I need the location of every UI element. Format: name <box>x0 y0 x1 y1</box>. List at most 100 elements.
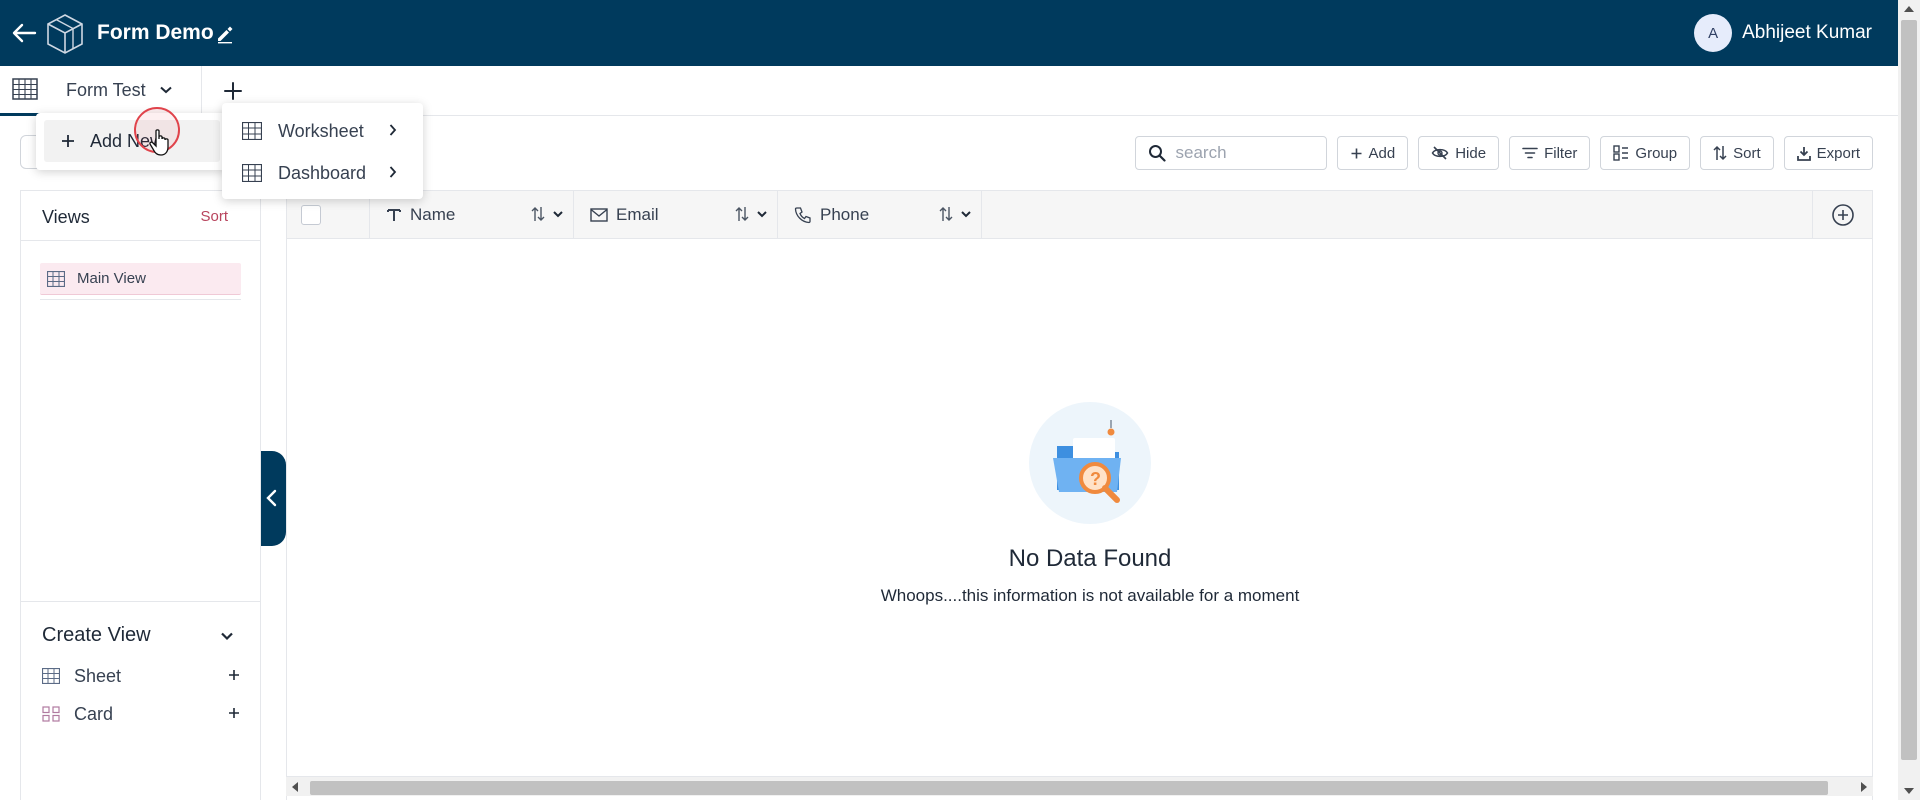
tab-form-test[interactable]: Form Test <box>48 66 200 114</box>
sort-button[interactable]: Sort <box>1700 136 1774 170</box>
divider <box>40 299 241 300</box>
plus-icon[interactable] <box>226 705 242 721</box>
search-icon <box>1148 145 1166 162</box>
filter-button[interactable]: Filter <box>1509 136 1591 170</box>
add-tab-plus-icon[interactable] <box>220 78 246 104</box>
sort-icon[interactable] <box>939 206 953 222</box>
grid-icon <box>12 78 38 100</box>
filter-icon <box>1522 147 1538 159</box>
column-label: Phone <box>820 204 870 224</box>
tab-divider <box>201 66 202 114</box>
select-all-checkbox[interactable] <box>301 204 321 225</box>
sort-icon[interactable] <box>735 206 749 222</box>
user-name: Abhijeet Kumar <box>1742 22 1872 43</box>
sort-icon[interactable] <box>531 206 545 222</box>
submenu-label: Worksheet <box>278 120 364 141</box>
add-column-button[interactable] <box>1812 191 1872 238</box>
grid-toolbar: Add Hide Filter Group Sort Exp <box>1134 136 1873 170</box>
scroll-down-arrow[interactable] <box>1904 788 1914 794</box>
sort-button-label: Sort <box>1733 144 1761 162</box>
hide-button-label: Hide <box>1455 144 1487 162</box>
empty-folder-search-icon: ? <box>1029 402 1151 524</box>
vertical-scrollbar[interactable] <box>1898 0 1920 800</box>
export-button[interactable]: Export <box>1783 136 1873 170</box>
user-menu[interactable]: A Abhijeet Kumar <box>1694 14 1872 52</box>
add-button[interactable]: Add <box>1336 136 1409 170</box>
scroll-up-arrow[interactable] <box>1904 6 1914 12</box>
column-label: Email <box>616 204 659 224</box>
plus-circle-icon <box>1831 203 1854 226</box>
submenu-item-worksheet[interactable]: Worksheet <box>222 111 423 151</box>
tab-options-menu: Add New <box>36 113 228 170</box>
column-header-email[interactable]: Email <box>574 191 778 238</box>
add-new-menu-item[interactable]: Add New <box>44 120 220 162</box>
create-view-sheet[interactable]: Sheet <box>42 662 242 690</box>
card-icon <box>42 706 60 722</box>
edit-pencil-icon[interactable] <box>215 24 235 44</box>
create-view-card[interactable]: Card <box>42 700 242 728</box>
grid-icon <box>47 270 65 287</box>
top-header: Form Demo A Abhijeet Kumar <box>0 0 1898 66</box>
views-sort-link[interactable]: Sort <box>200 208 228 225</box>
plus-icon <box>62 135 74 147</box>
chevron-down-icon[interactable] <box>757 206 767 222</box>
download-icon <box>1796 146 1811 161</box>
scrollbar-thumb[interactable] <box>310 781 1828 795</box>
submenu-label: Dashboard <box>278 162 367 183</box>
views-title: Views <box>42 207 90 227</box>
tab-label: Form Test <box>66 79 146 100</box>
chevron-down-icon[interactable] <box>160 86 172 94</box>
app-logo[interactable] <box>44 12 86 56</box>
add-button-label: Add <box>1368 144 1396 162</box>
eye-off-icon <box>1431 146 1449 160</box>
grid-icon <box>242 122 262 140</box>
app-title: Form Demo <box>97 21 214 44</box>
view-item-label: Main View <box>77 270 146 287</box>
chevron-right-icon <box>389 124 397 136</box>
group-icon <box>1613 145 1629 161</box>
plus-icon <box>1351 148 1362 158</box>
search-input[interactable] <box>1175 143 1316 163</box>
export-button-label: Export <box>1816 144 1860 162</box>
view-item-main-view[interactable]: Main View <box>40 263 241 295</box>
empty-state-message: Whoops....this information is not availa… <box>880 586 1300 605</box>
search-field[interactable] <box>1134 136 1327 170</box>
group-button-label: Group <box>1635 144 1678 162</box>
create-view-title: Create View <box>42 624 151 646</box>
grid-icon <box>42 668 60 684</box>
scroll-left-arrow[interactable] <box>292 782 298 792</box>
create-view-section: Create View Sheet Card <box>21 601 260 800</box>
group-button[interactable]: Group <box>1600 136 1691 170</box>
column-label: Name <box>410 204 456 224</box>
scrollbar-thumb[interactable] <box>1901 20 1917 760</box>
create-view-label: Card <box>74 703 114 724</box>
mail-icon <box>590 207 608 222</box>
column-header-phone[interactable]: Phone <box>778 191 982 238</box>
column-sort-controls[interactable] <box>735 206 767 222</box>
sidebar-collapse-handle[interactable] <box>261 451 286 546</box>
horizontal-scrollbar[interactable] <box>286 776 1873 796</box>
chevron-right-icon <box>389 166 397 178</box>
plus-icon[interactable] <box>226 667 242 683</box>
filter-button-label: Filter <box>1544 144 1578 162</box>
hand-cursor-icon <box>149 129 169 156</box>
grid-header: Name Email Phone <box>287 191 1872 239</box>
avatar[interactable]: A <box>1694 14 1733 52</box>
text-icon <box>387 208 401 221</box>
views-sidebar: Views Sort Main View Create View Sheet C… <box>20 190 261 800</box>
sort-icon <box>1713 145 1727 161</box>
chevron-down-icon[interactable] <box>219 628 235 644</box>
column-sort-controls[interactable] <box>531 206 563 222</box>
hide-button[interactable]: Hide <box>1418 136 1500 170</box>
submenu-item-dashboard[interactable]: Dashboard <box>222 153 423 193</box>
chevron-down-icon[interactable] <box>553 206 563 222</box>
svg-text:?: ? <box>1090 469 1101 489</box>
scroll-right-arrow[interactable] <box>1861 782 1867 792</box>
add-new-submenu: Worksheet Dashboard <box>222 103 423 199</box>
chevron-down-icon[interactable] <box>961 206 971 222</box>
back-arrow-icon[interactable] <box>10 20 38 46</box>
empty-state-title: No Data Found <box>1008 545 1172 572</box>
column-sort-controls[interactable] <box>939 206 971 222</box>
phone-icon <box>794 206 811 223</box>
create-view-label: Sheet <box>74 665 122 686</box>
